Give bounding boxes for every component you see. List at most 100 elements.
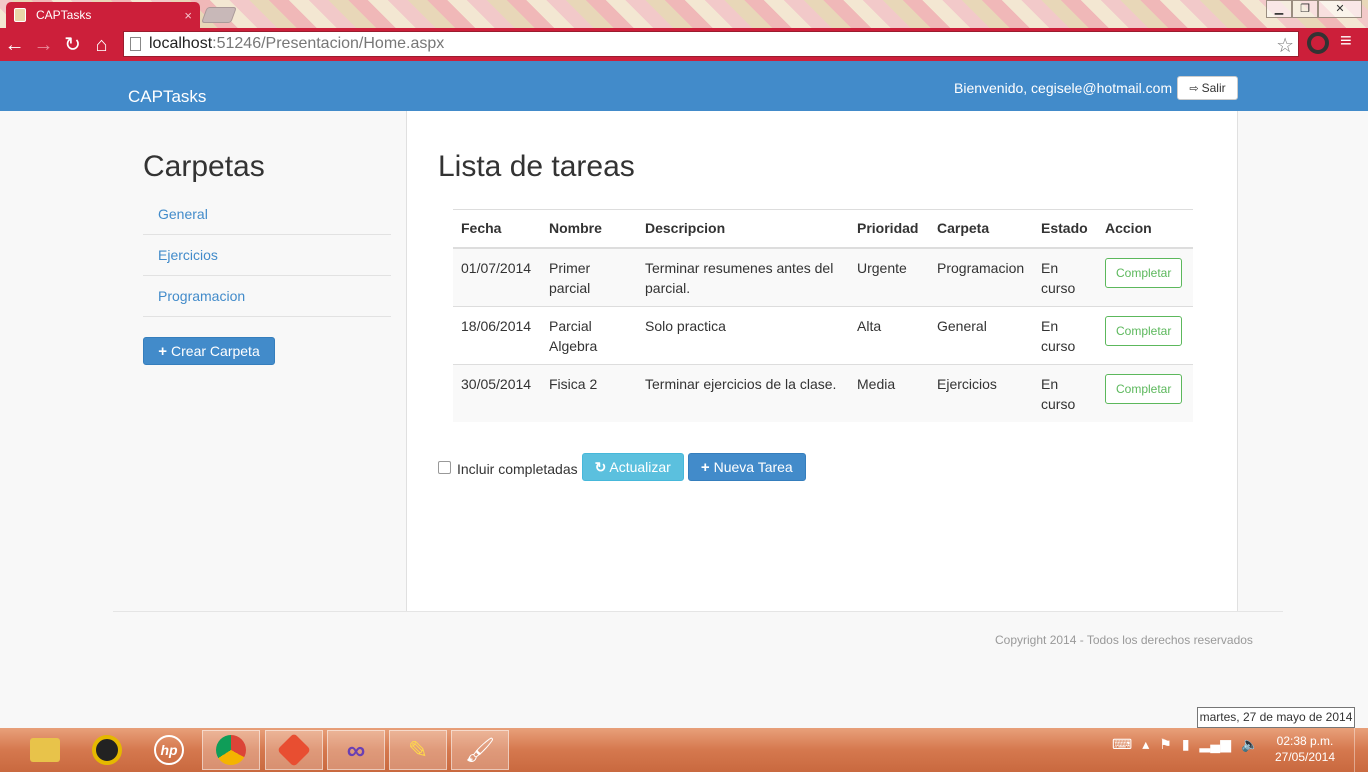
refresh-icon: ↻ xyxy=(594,458,607,475)
clock-time: 02:38 p.m. xyxy=(1276,734,1334,748)
system-tray: ⌨ ▴ ⚑ ▮ ▂▄▆ 🔈 xyxy=(1112,736,1268,753)
folder-list: General Ejercicios Programacion xyxy=(143,194,391,317)
cell-carpeta: Programacion xyxy=(929,247,1033,306)
cell-prioridad: Urgente xyxy=(849,247,929,306)
column-header-estado: Estado xyxy=(1033,209,1097,249)
cell-descripcion: Solo practica xyxy=(637,305,849,364)
reload-icon[interactable]: ↻ xyxy=(58,31,87,59)
include-completed-label[interactable]: Incluir completadas xyxy=(457,461,578,477)
chrome-icon[interactable] xyxy=(202,730,260,770)
file-explorer-icon[interactable] xyxy=(16,730,74,770)
create-folder-button[interactable]: + Crear Carpeta xyxy=(143,337,275,365)
page-icon xyxy=(130,37,141,51)
home-icon[interactable]: ⌂ xyxy=(87,31,116,59)
table-row: 30/05/2014 Fisica 2 Terminar ejercicios … xyxy=(453,363,1193,422)
cell-nombre: Fisica 2 xyxy=(541,363,637,422)
visual-studio-icon[interactable]: ∞ xyxy=(327,730,385,770)
taskbar-clock[interactable]: 02:38 p.m. 27/05/2014 xyxy=(1270,733,1340,765)
action-center-flag-icon[interactable]: ⚑ xyxy=(1159,736,1172,753)
url-host: localhost xyxy=(149,35,213,52)
date-tooltip: martes, 27 de mayo de 2014 xyxy=(1197,707,1355,728)
logout-label: Salir xyxy=(1201,81,1226,95)
copyright-text: Copyright 2014 - Todos los derechos rese… xyxy=(995,633,1253,647)
window-close-icon[interactable]: ✕ xyxy=(1318,0,1362,18)
folder-item-general[interactable]: General xyxy=(143,194,391,235)
create-folder-label: Crear Carpeta xyxy=(171,343,260,359)
column-header-fecha: Fecha xyxy=(453,209,541,249)
refresh-button[interactable]: ↻ Actualizar xyxy=(581,453,684,481)
browser-tab[interactable]: CAPTasks × xyxy=(6,2,200,28)
clipboard-icon xyxy=(14,8,26,22)
cell-prioridad: Alta xyxy=(849,305,929,364)
hp-icon[interactable]: hp xyxy=(140,730,198,770)
browser-toolbar: ← → ↻ ⌂ localhost:51246/Presentacion/Hom… xyxy=(0,28,1368,61)
footer-divider xyxy=(113,611,1283,612)
paint-icon[interactable]: 🖌 xyxy=(451,730,509,770)
plus-icon: + xyxy=(700,458,710,476)
cell-estado: En curso xyxy=(1033,305,1097,364)
tab-close-icon[interactable]: × xyxy=(184,8,192,23)
brand-link[interactable]: CAPTasks xyxy=(128,87,206,107)
extension-icon[interactable] xyxy=(1307,32,1329,54)
column-header-prioridad: Prioridad xyxy=(849,209,929,249)
cell-carpeta: Ejercicios xyxy=(929,363,1033,422)
address-bar[interactable]: localhost:51246/Presentacion/Home.aspx ☆ xyxy=(123,31,1299,57)
sign-out-icon: ⇨ xyxy=(1189,82,1199,95)
cell-estado: En curso xyxy=(1033,363,1097,422)
column-header-nombre: Nombre xyxy=(541,209,637,249)
bookmark-star-icon[interactable]: ☆ xyxy=(1276,33,1294,58)
new-task-button[interactable]: + Nueva Tarea xyxy=(687,453,806,481)
cell-nombre: Parcial Algebra xyxy=(541,305,637,364)
logout-button[interactable]: ⇨ Salir xyxy=(1177,76,1238,100)
cell-accion: Completar xyxy=(1097,363,1193,422)
minimize-icon[interactable]: ▁ xyxy=(1266,0,1292,18)
chrome-menu-icon[interactable]: ≡ xyxy=(1340,30,1352,53)
show-hidden-icons-icon[interactable]: ▴ xyxy=(1142,736,1149,753)
welcome-text: Bienvenido, cegisele@hotmail.com xyxy=(954,80,1173,96)
column-header-accion: Accion xyxy=(1097,209,1193,249)
cell-descripcion: Terminar ejercicios de la clase. xyxy=(637,363,849,422)
sidebar-title: Carpetas xyxy=(143,150,265,183)
folder-item-programacion[interactable]: Programacion xyxy=(143,276,391,317)
include-completed-checkbox[interactable] xyxy=(438,460,451,474)
keyboard-icon[interactable]: ⌨ xyxy=(1112,736,1132,753)
tools-icon[interactable]: ✎ xyxy=(389,730,447,770)
complete-button[interactable]: Completar xyxy=(1105,373,1183,404)
cell-fecha: 30/05/2014 xyxy=(453,363,541,422)
refresh-label: Actualizar xyxy=(609,459,671,475)
cell-nombre: Primer parcial xyxy=(541,247,637,306)
power-icon[interactable]: ▮ xyxy=(1182,736,1190,753)
back-arrow-icon[interactable]: ← xyxy=(0,31,29,59)
column-header-carpeta: Carpeta xyxy=(929,209,1033,249)
table-row: 18/06/2014 Parcial Algebra Solo practica… xyxy=(453,305,1193,364)
complete-button[interactable]: Completar xyxy=(1105,257,1183,288)
clock-date: 27/05/2014 xyxy=(1274,750,1336,764)
cell-accion: Completar xyxy=(1097,305,1193,364)
table-row: 01/07/2014 Primer parcial Terminar resum… xyxy=(453,247,1193,306)
cell-accion: Completar xyxy=(1097,247,1193,306)
new-tab-button[interactable] xyxy=(201,7,237,23)
cell-estado: En curso xyxy=(1033,247,1097,306)
forward-arrow-icon[interactable]: → xyxy=(29,31,58,59)
folder-item-ejercicios[interactable]: Ejercicios xyxy=(143,235,391,276)
page-title: Lista de tareas xyxy=(438,150,635,183)
cell-fecha: 01/07/2014 xyxy=(453,247,541,306)
tab-title: CAPTasks xyxy=(36,8,92,22)
windows-taskbar: hp ∞ ✎ 🖌 ⌨ ▴ ⚑ ▮ ▂▄▆ 🔈 02:38 p.m. 27/05/… xyxy=(0,728,1368,772)
table-header-row: Fecha Nombre Descripcion Prioridad Carpe… xyxy=(453,209,1193,249)
complete-button[interactable]: Completar xyxy=(1105,315,1183,346)
show-desktop-button[interactable] xyxy=(1354,728,1368,772)
git-icon[interactable] xyxy=(265,730,323,770)
volume-icon[interactable]: 🔈 xyxy=(1241,736,1258,753)
cell-descripcion: Terminar resumenes antes del parcial. xyxy=(637,247,849,306)
main-panel: Lista de tareas Fecha Nombre Descripcion… xyxy=(406,111,1238,611)
window-controls: ▁ ❐ ✕ xyxy=(1266,0,1362,18)
network-signal-icon[interactable]: ▂▄▆ xyxy=(1200,736,1231,753)
task-actions-row: Incluir completadas ↻ Actualizar + Nueva… xyxy=(438,453,806,481)
browser-titlebar: CAPTasks × ▁ ❐ ✕ xyxy=(0,0,1368,28)
cell-fecha: 18/06/2014 xyxy=(453,305,541,364)
restore-icon[interactable]: ❐ xyxy=(1292,0,1318,18)
url-path: :51246/Presentacion/Home.aspx xyxy=(212,35,445,52)
app-navbar: CAPTasks Bienvenido, cegisele@hotmail.co… xyxy=(0,61,1368,111)
media-player-icon[interactable] xyxy=(78,730,136,770)
